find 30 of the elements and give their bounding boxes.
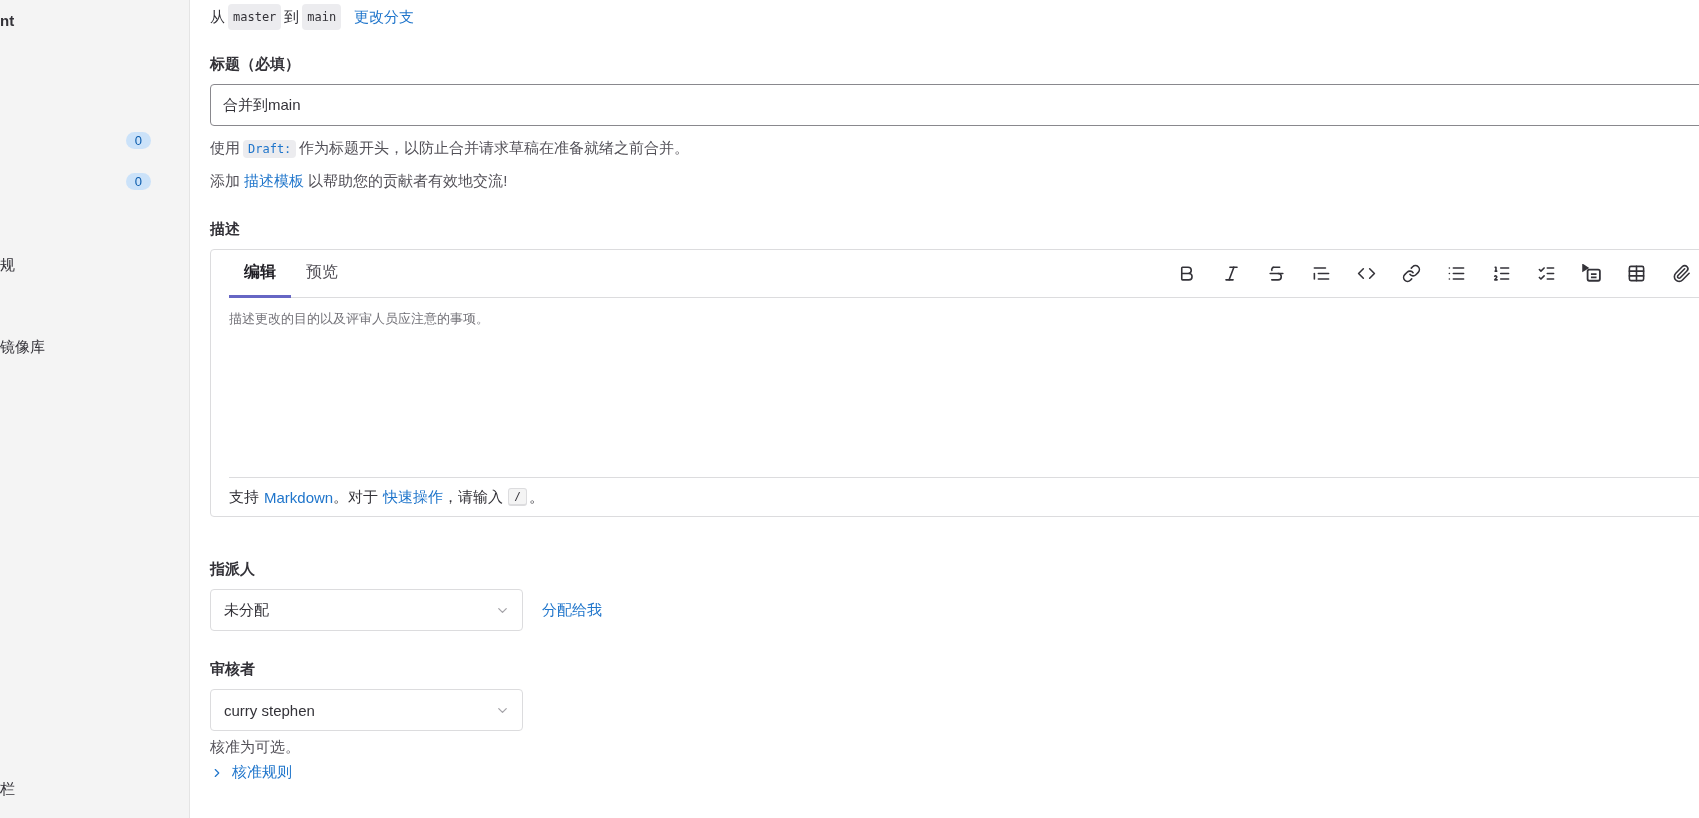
count-badge: 0 — [125, 132, 151, 149]
field-label: 审核者 — [210, 659, 256, 679]
title-input[interactable]: 合并到main — [210, 84, 1699, 126]
approval-note: 核准为可选。 — [210, 737, 301, 757]
code-snippet: Draft: — [243, 140, 297, 158]
markdown-note: 支持 Markdown。对于 快速操作，请输入 / 。 — [229, 477, 1699, 516]
field-label: 描述 — [210, 219, 241, 239]
assign-to-me-link[interactable]: 分配给我 — [542, 600, 602, 620]
reviewer-select[interactable]: curry stephen — [210, 689, 523, 731]
template-link[interactable]: 描述模板 — [244, 172, 305, 189]
branch-name: main — [302, 4, 342, 30]
description-editor[interactable]: 编辑 预览 描述更改的目的以及评审人员应注意的事项。 支持 Markdown。对于 快速操作，请输入 / 。 — [210, 249, 1699, 517]
count-badge: 0 — [125, 173, 151, 190]
template-hint: 添加 描述模板 以帮助您的贡献者有效地交流! — [210, 171, 509, 191]
sidebar-item[interactable]: 栏 — [0, 780, 15, 799]
sidebar-item[interactable]: 规 — [0, 256, 15, 275]
branch-sentence: 从 master 到 main 更改分支 — [210, 4, 1699, 30]
quick-actions-link[interactable]: 快速操作 — [383, 487, 444, 507]
sidebar-heading: nt — [0, 12, 15, 29]
editor-tab[interactable]: 预览 — [291, 262, 353, 298]
sidebar-item[interactable]: 镜像库 — [0, 338, 45, 357]
change-branch-link[interactable]: 更改分支 — [354, 6, 415, 28]
draft-hint: 使用 Draft: 作为标题开头，以防止合并请求草稿在准备就绪之前合并。 — [210, 138, 691, 159]
field-label: 标题（必填） — [210, 54, 301, 74]
markdown-link[interactable]: Markdown — [264, 488, 334, 506]
assignee-select[interactable]: 未分配 — [210, 589, 523, 631]
slash-key: / — [508, 488, 527, 506]
field-label: 指派人 — [210, 559, 256, 579]
approval-rules-toggle[interactable]: 核准规则 — [210, 763, 1699, 782]
branch-name: master — [228, 4, 282, 30]
